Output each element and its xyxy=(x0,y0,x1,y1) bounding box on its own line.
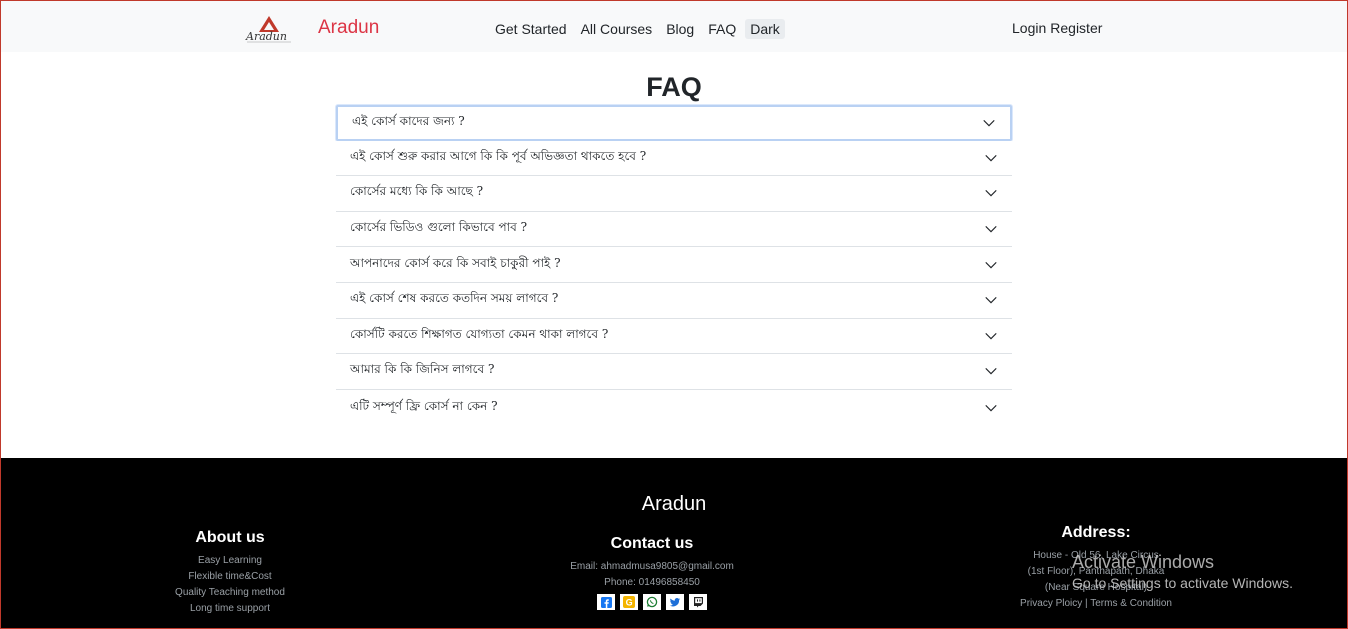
contact-email[interactable]: Email: ahmadmusa9805@gmail.com xyxy=(521,559,783,575)
faq-item[interactable]: আমার কি কি জিনিস লাগবে ? xyxy=(336,354,1012,390)
faq-item[interactable]: আপনাদের কোর্স করে কি সবাই চাকুরী পাই ? xyxy=(336,247,1012,283)
faq-question: কোর্সের মধ্যে কি কি আছে ? xyxy=(350,184,484,199)
register-link[interactable]: Register xyxy=(1050,19,1102,37)
contact-title: Contact us xyxy=(610,535,694,552)
auth-links: Login Register xyxy=(1012,19,1106,37)
whatsapp-icon[interactable] xyxy=(643,594,661,610)
chevron-down-icon xyxy=(985,297,997,304)
chevron-down-icon xyxy=(985,190,997,197)
faq-item[interactable]: এই কোর্স শেষ করতে কতদিন সময় লাগবে ? xyxy=(336,282,1012,319)
faq-question: কোর্সটি করতে শিক্ষাগত যোগ্যতা কেমন থাকা … xyxy=(350,326,609,341)
about-item: Flexible time&Cost xyxy=(188,571,272,582)
footer-brand: Aradun xyxy=(641,493,707,515)
chevron-down-icon xyxy=(985,261,997,269)
footer-about: About us Easy Learning Flexible time&Cos… xyxy=(141,528,319,617)
activate-windows-watermark: Activate Windows Go to Settings to activ… xyxy=(1072,551,1293,593)
login-link[interactable]: Login xyxy=(1012,19,1046,37)
nav-links: Get Started All Courses Blog FAQ Dark xyxy=(495,19,785,39)
faq-item[interactable]: এই কোর্স শুরু করার আগে কি কি পূর্ব অভিজ্… xyxy=(336,140,1012,177)
faq-accordion: এই কোর্স কাদের জন্য ? এই কোর্স শুরু করার… xyxy=(336,105,1012,426)
faq-question: এই কোর্স কাদের জন্য ? xyxy=(352,113,465,128)
page-title: FAQ xyxy=(646,72,702,102)
faq-item[interactable]: কোর্সের মধ্যে কি কি আছে ? xyxy=(336,176,1012,212)
nav-link-blog[interactable]: Blog xyxy=(666,20,694,38)
nav-link-all-courses[interactable]: All Courses xyxy=(581,20,653,38)
faq-question: এটি সম্পূর্ণ ফ্রি কোর্স না কেন ? xyxy=(350,398,498,413)
faq-item[interactable]: এই কোর্স কাদের জন্য ? xyxy=(336,105,1012,141)
footer: Aradun About us Easy Learning Flexible t… xyxy=(1,458,1347,628)
dark-mode-button[interactable]: Dark xyxy=(745,19,785,39)
address-title: Address: xyxy=(1061,524,1131,541)
nav-link-get-started[interactable]: Get Started xyxy=(495,20,567,38)
chevron-down-icon xyxy=(983,119,995,127)
about-item: Quality Teaching method xyxy=(175,587,285,598)
faq-item[interactable]: কোর্সের ভিডিও গুলো কিভাবে পাব ? xyxy=(336,211,1012,248)
twitch-icon[interactable] xyxy=(689,594,707,610)
logo-text: Aradun xyxy=(245,30,287,43)
policy-links[interactable]: Privacy Ploicy | Terms & Condition xyxy=(981,596,1211,612)
faq-question: আমার কি কি জিনিস লাগবে ? xyxy=(350,362,495,377)
navbar: Aradun Aradun Get Started All Courses Bl… xyxy=(1,1,1347,52)
svg-text:G: G xyxy=(626,598,633,608)
faq-question: এই কোর্স শেষ করতে কতদিন সময় লাগবে ? xyxy=(350,291,559,306)
faq-item[interactable]: কোর্সটি করতে শিক্ষাগত যোগ্যতা কেমন থাকা … xyxy=(336,318,1012,355)
footer-contact: Contact us Email: ahmadmusa9805@gmail.co… xyxy=(521,534,783,610)
social-icons: G xyxy=(521,594,783,610)
chevron-down-icon xyxy=(985,226,997,233)
chevron-down-icon xyxy=(985,154,997,162)
faq-item[interactable]: এটি সম্পূর্ণ ফ্রি কোর্স না কেন ? xyxy=(336,389,1012,426)
nav-link-faq[interactable]: FAQ xyxy=(708,20,736,38)
aradun-logo[interactable]: Aradun xyxy=(245,14,293,44)
about-title: About us xyxy=(195,529,265,546)
about-item: Long time support xyxy=(189,603,271,614)
twitter-icon[interactable] xyxy=(666,594,684,610)
watermark-subtitle: Go to Settings to activate Windows. xyxy=(1072,575,1293,591)
chevron-down-icon xyxy=(985,332,997,340)
faq-question: কোর্সের ভিডিও গুলো কিভাবে পাব ? xyxy=(350,220,528,235)
chevron-down-icon xyxy=(985,404,997,412)
google-icon[interactable]: G xyxy=(620,594,638,610)
chevron-down-icon xyxy=(985,368,997,375)
facebook-icon[interactable] xyxy=(597,594,615,610)
brand-name[interactable]: Aradun xyxy=(318,16,379,40)
about-item: Easy Learning xyxy=(198,555,262,566)
watermark-title: Activate Windows xyxy=(1072,552,1215,572)
contact-phone: Phone: 01496858450 xyxy=(604,577,700,588)
faq-question: আপনাদের কোর্স করে কি সবাই চাকুরী পাই ? xyxy=(350,255,561,270)
faq-question: এই কোর্স শুরু করার আগে কি কি পূর্ব অভিজ্… xyxy=(350,148,647,163)
